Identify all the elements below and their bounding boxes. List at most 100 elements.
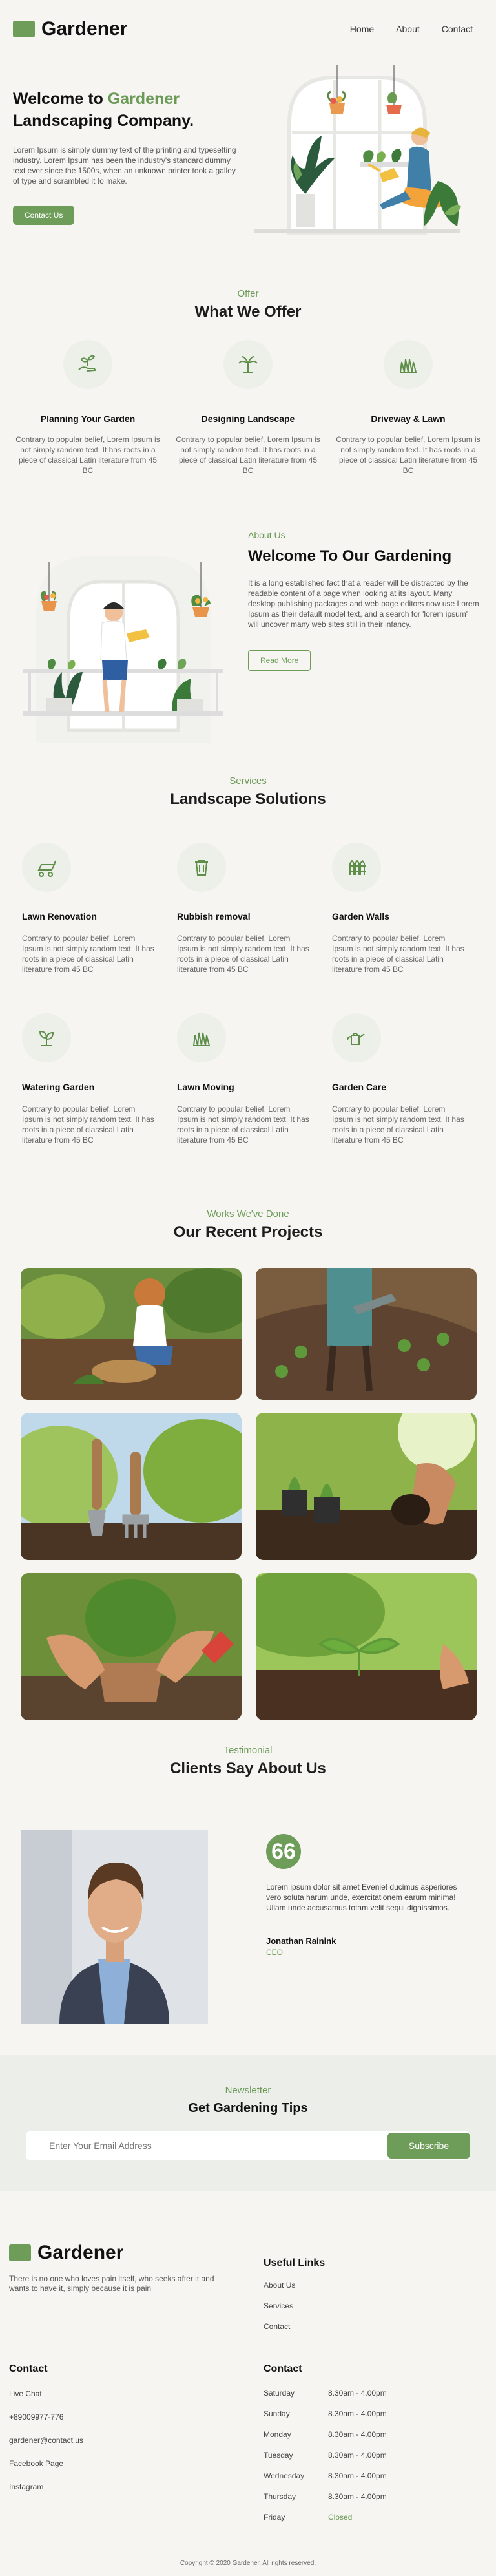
offer-card-title: Planning Your Garden bbox=[40, 414, 136, 424]
trash-bin-icon bbox=[177, 843, 226, 892]
testimonial-kicker: Testimonial bbox=[223, 1745, 273, 1756]
footer-link-about[interactable]: About Us bbox=[264, 2281, 325, 2290]
client-role: CEO bbox=[266, 1948, 284, 1957]
hours-row: Friday Closed bbox=[264, 2513, 387, 2522]
nav-about[interactable]: About bbox=[396, 24, 420, 34]
about-text-block: About Us Welcome To Our Gardening It is … bbox=[248, 530, 480, 671]
brand-logo[interactable]: Gardener bbox=[13, 18, 127, 40]
planting-hands-photo[interactable] bbox=[256, 1413, 477, 1560]
quote-icon: 66 bbox=[266, 1834, 301, 1869]
footer-brand-logo[interactable]: Gardener bbox=[9, 2242, 123, 2264]
garden-tools-photo[interactable] bbox=[21, 1413, 242, 1560]
facebook-link[interactable]: Facebook Page bbox=[9, 2459, 83, 2468]
seedling-photo[interactable] bbox=[256, 1573, 477, 1720]
palm-tree-icon bbox=[223, 340, 273, 389]
hours-day: Tuesday bbox=[264, 2451, 293, 2460]
hero-gardening-illustration bbox=[254, 65, 461, 235]
contact-us-button[interactable]: Contact Us bbox=[13, 206, 75, 225]
useful-links: Useful Links About Us Services Contact bbox=[264, 2257, 325, 2331]
hours-day: Monday bbox=[264, 2430, 291, 2439]
live-chat-link[interactable]: Live Chat bbox=[9, 2389, 83, 2398]
hours-day: Sunday bbox=[264, 2409, 290, 2418]
service-card: Lawn Renovation Contrary to popular beli… bbox=[22, 843, 158, 975]
hero-text: Lorem Ipsum is simply dummy text of the … bbox=[13, 145, 236, 185]
hours-row: Tuesday 8.30am - 4.00pm bbox=[264, 2451, 387, 2460]
useful-links-title: Useful Links bbox=[264, 2257, 326, 2268]
projects-gallery bbox=[21, 1268, 477, 1720]
nav-home[interactable]: Home bbox=[350, 24, 374, 34]
service-card: Garden Care Contrary to popular belief, … bbox=[332, 1013, 468, 1145]
about-section: About Us Welcome To Our Gardening It is … bbox=[0, 523, 496, 769]
footer-link-contact[interactable]: Contact bbox=[264, 2322, 325, 2331]
service-title: Watering Garden bbox=[22, 1082, 95, 1092]
offer-card-text: Contrary to popular belief, Lorem Ipsum … bbox=[176, 435, 320, 475]
service-text: Contrary to popular belief, Lorem Ipsum … bbox=[332, 934, 464, 974]
hero-title: Welcome to Gardener Landscaping Company. bbox=[13, 88, 226, 132]
about-gardening-illustration bbox=[23, 556, 223, 743]
offer-card-title: Driveway & Lawn bbox=[371, 414, 446, 424]
grass-icon bbox=[177, 1013, 226, 1062]
offer-card: Designing Landscape Contrary to popular … bbox=[173, 340, 323, 476]
hours-time: 8.30am - 4.00pm bbox=[328, 2430, 387, 2439]
subscribe-button[interactable]: Subscribe bbox=[388, 2133, 470, 2159]
watering-can-icon bbox=[332, 1013, 381, 1062]
footer-link-services[interactable]: Services bbox=[264, 2301, 325, 2310]
copyright-text: Copyright © 2020 Gardener. All rights re… bbox=[180, 2560, 316, 2567]
service-title: Lawn Renovation bbox=[22, 911, 97, 922]
services-title: Landscape Solutions bbox=[170, 790, 326, 808]
hours-row: Monday 8.30am - 4.00pm bbox=[264, 2430, 387, 2440]
hours-time: 8.30am - 4.00pm bbox=[328, 2492, 387, 2501]
instagram-link[interactable]: Instagram bbox=[9, 2482, 83, 2491]
email-link[interactable]: gardener@contact.us bbox=[9, 2436, 83, 2445]
grass-icon bbox=[384, 340, 433, 389]
service-title: Garden Walls bbox=[332, 911, 389, 922]
potted-plant-photo[interactable] bbox=[21, 1573, 242, 1720]
hero-title-accent: Gardener bbox=[107, 90, 180, 108]
watering-seedlings-photo[interactable] bbox=[256, 1268, 477, 1400]
offer-grid: Planning Your Garden Contrary to popular… bbox=[13, 340, 483, 476]
logo-mark-icon bbox=[13, 21, 35, 37]
hours-row: Thursday 8.30am - 4.00pm bbox=[264, 2492, 387, 2502]
services-section: Services Landscape Solutions Lawn Renova… bbox=[0, 776, 496, 1176]
client-name: Jonathan Rainink bbox=[266, 1936, 336, 1946]
read-more-button[interactable]: Read More bbox=[248, 650, 311, 671]
nav-contact[interactable]: Contact bbox=[442, 24, 473, 34]
offer-card: Driveway & Lawn Contrary to popular beli… bbox=[333, 340, 483, 476]
hours-row: Wednesday 8.30am - 4.00pm bbox=[264, 2471, 387, 2481]
service-text: Contrary to popular belief, Lorem Ipsum … bbox=[177, 934, 309, 974]
testimonial-title: Clients Say About Us bbox=[170, 1760, 326, 1777]
email-input[interactable] bbox=[26, 2131, 362, 2160]
hero-title-prefix: Welcome to bbox=[13, 90, 108, 108]
hours-time: 8.30am - 4.00pm bbox=[328, 2451, 387, 2460]
lawn-mower-icon bbox=[22, 843, 71, 892]
newsletter-form: Subscribe bbox=[26, 2131, 470, 2160]
service-text: Contrary to popular belief, Lorem Ipsum … bbox=[332, 1104, 464, 1145]
hours-day: Thursday bbox=[264, 2492, 296, 2501]
hours-row: Saturday 8.30am - 4.00pm bbox=[264, 2389, 387, 2398]
service-card: Rubbish removal Contrary to popular beli… bbox=[177, 843, 313, 975]
client-photo bbox=[21, 1830, 208, 2024]
hours-day: Friday bbox=[264, 2513, 285, 2522]
testimonial-section: Testimonial Clients Say About Us 66 Lore… bbox=[0, 1745, 496, 2042]
offer-section: Offer What We Offer Planning Your Garden… bbox=[0, 288, 496, 495]
newsletter-title: Get Gardening Tips bbox=[188, 2101, 308, 2115]
child-gardening-photo[interactable] bbox=[21, 1268, 242, 1400]
footer-brand-name: Gardener bbox=[37, 2242, 124, 2263]
hours-row: Sunday 8.30am - 4.00pm bbox=[264, 2409, 387, 2419]
projects-title: Our Recent Projects bbox=[173, 1223, 323, 1241]
projects-kicker: Works We've Done bbox=[207, 1209, 289, 1219]
offer-card-text: Contrary to popular belief, Lorem Ipsum … bbox=[16, 435, 160, 475]
main-nav: Home About Contact bbox=[350, 24, 473, 34]
about-text: It is a long established fact that a rea… bbox=[248, 578, 479, 629]
service-card: Garden Walls Contrary to popular belief,… bbox=[332, 843, 468, 975]
newsletter-section: Newsletter Get Gardening Tips Subscribe bbox=[0, 2055, 496, 2191]
hours-day: Saturday bbox=[264, 2389, 295, 2398]
service-text: Contrary to popular belief, Lorem Ipsum … bbox=[22, 934, 154, 974]
testimonial-text: Lorem ipsum dolor sit amet Eveniet ducim… bbox=[266, 1883, 457, 1912]
service-title: Rubbish removal bbox=[177, 911, 251, 922]
garden-fence-icon bbox=[332, 843, 381, 892]
services-grid: Lawn Renovation Contrary to popular beli… bbox=[22, 843, 482, 1145]
brand-name: Gardener bbox=[41, 18, 128, 39]
services-kicker: Services bbox=[229, 776, 267, 787]
phone-number: +89009977-776 bbox=[9, 2412, 64, 2422]
